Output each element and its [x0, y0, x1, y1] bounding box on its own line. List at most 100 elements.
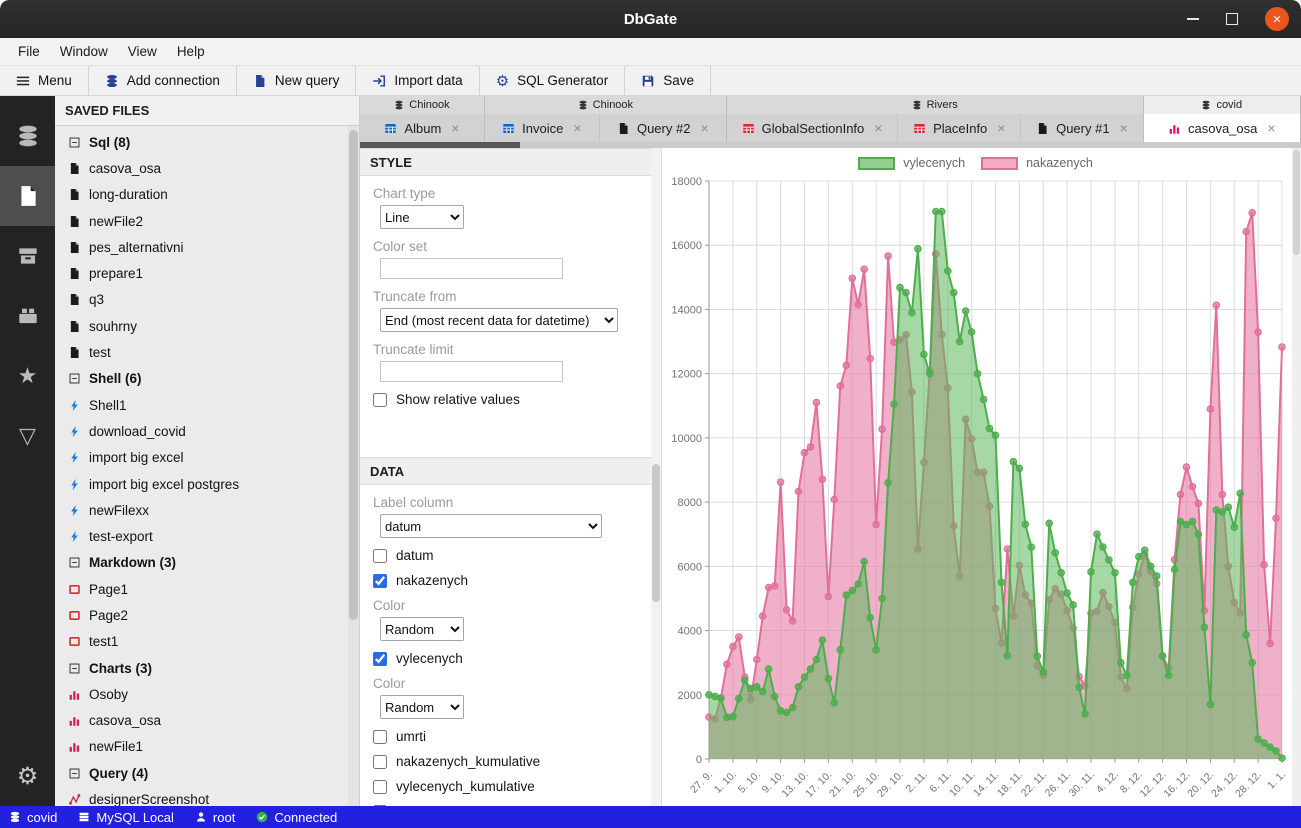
file-item[interactable]: newFile2 [55, 208, 359, 234]
collapse-icon[interactable] [67, 556, 81, 569]
tab-globalsectioninfo[interactable]: GlobalSectionInfo × [726, 114, 899, 142]
tab-query-2[interactable]: Query #2 × [599, 114, 726, 142]
rail-filter-icon[interactable]: ▽ [0, 406, 55, 466]
file-group-label: Charts (3) [89, 660, 153, 676]
tab-query-1[interactable]: Query #1 × [1021, 114, 1143, 142]
file-group-header[interactable]: Shell (6) [55, 366, 359, 392]
collapse-icon[interactable] [67, 372, 81, 385]
tab-close-icon[interactable]: × [874, 120, 882, 136]
file-item[interactable]: import big excel postgres [55, 471, 359, 497]
chart-type-select[interactable]: Line [380, 205, 464, 229]
file-item[interactable]: import big excel [55, 445, 359, 471]
file-group-header[interactable]: Charts (3) [55, 655, 359, 681]
files-scrollbar-thumb[interactable] [349, 130, 358, 620]
file-item[interactable]: newFile1 [55, 734, 359, 760]
file-group-header[interactable]: Query (4) [55, 760, 359, 786]
legend-item-nakazenych[interactable]: nakazenych [981, 156, 1093, 170]
truncate-from-select[interactable]: End (most recent data for datetime) [380, 308, 618, 332]
left-icon-rail: ★ ▽ ⚙ [0, 96, 55, 806]
file-item[interactable]: Osoby [55, 681, 359, 707]
tab-close-icon[interactable]: × [573, 120, 581, 136]
minimize-button[interactable] [1187, 18, 1199, 20]
column-checkbox-umrti_kumulative[interactable] [373, 804, 387, 806]
file-item[interactable]: q3 [55, 287, 359, 313]
color-select-nakazenych[interactable]: Random [380, 617, 464, 641]
color-set-input[interactable] [380, 258, 563, 279]
tab-album[interactable]: Album × [360, 114, 484, 142]
column-checkbox-vylecenych[interactable] [373, 651, 387, 666]
file-item[interactable]: Page2 [55, 602, 359, 628]
column-checkbox-vylecenych_kumulative[interactable] [373, 779, 387, 794]
file-item[interactable]: casova_osa [55, 155, 359, 181]
rail-favorites-icon[interactable]: ★ [0, 346, 55, 406]
menu-item-window[interactable]: Window [50, 44, 118, 59]
file-item[interactable]: designerScreenshot [55, 786, 359, 806]
tab-invoice[interactable]: Invoice × [484, 114, 600, 142]
column-checkbox-nakazenych_kumulative[interactable] [373, 754, 387, 769]
label-column-select[interactable]: datum [380, 514, 602, 538]
files-scrollbar[interactable] [348, 126, 359, 806]
menu-item-help[interactable]: Help [167, 44, 215, 59]
file-item[interactable]: prepare1 [55, 260, 359, 286]
file-item[interactable]: test [55, 339, 359, 365]
menu-item-view[interactable]: View [118, 44, 167, 59]
props-scrollbar[interactable] [651, 148, 661, 806]
menu-item-file[interactable]: File [8, 44, 50, 59]
sql-generator-button[interactable]: ⚙ SQL Generator [480, 66, 626, 95]
file-item[interactable]: test1 [55, 629, 359, 655]
close-button[interactable]: × [1265, 7, 1289, 31]
file-item[interactable]: long-duration [55, 182, 359, 208]
color-select-vylecenych[interactable]: Random [380, 695, 464, 719]
file-item[interactable]: casova_osa [55, 708, 359, 734]
title-bar: DbGate × [0, 0, 1301, 38]
tab-casova-osa[interactable]: casova_osa × [1143, 114, 1300, 142]
show-relative-values-checkbox[interactable] [373, 392, 387, 407]
rail-files-icon[interactable] [0, 166, 55, 226]
file-item[interactable]: souhrny [55, 313, 359, 339]
status-mysql-local[interactable]: MySQL Local [78, 810, 174, 825]
bolt-file-icon [67, 530, 81, 543]
collapse-icon[interactable] [67, 136, 81, 149]
tab-close-icon[interactable]: × [700, 120, 708, 136]
add-connection-button[interactable]: Add connection [89, 66, 237, 95]
props-scrollbar-thumb[interactable] [652, 463, 660, 602]
svg-text:5. 10.: 5. 10. [736, 769, 763, 796]
status-root[interactable]: root [195, 810, 235, 825]
tab-close-icon[interactable]: × [451, 120, 459, 136]
collapse-icon[interactable] [67, 767, 81, 780]
file-item[interactable]: newFilexx [55, 497, 359, 523]
tab-close-icon[interactable]: × [997, 120, 1005, 136]
chartbars-file-icon [67, 714, 81, 727]
status-connected[interactable]: Connected [256, 810, 337, 825]
legend-item-vylecenych[interactable]: vylecenych [858, 156, 965, 170]
file-file-icon [67, 215, 81, 228]
file-item[interactable]: test-export [55, 523, 359, 549]
file-item[interactable]: pes_alternativni [55, 234, 359, 260]
column-checkbox-umrti[interactable] [373, 729, 387, 744]
file-item[interactable]: Shell1 [55, 392, 359, 418]
new-query-button[interactable]: New query [237, 66, 357, 95]
save-button[interactable]: Save [625, 66, 711, 95]
column-checkbox-nakazenych[interactable] [373, 573, 387, 588]
chart-scrollbar[interactable] [1292, 148, 1301, 806]
rail-plugins-icon[interactable] [0, 286, 55, 346]
maximize-button[interactable] [1226, 13, 1238, 25]
truncate-limit-input[interactable] [380, 361, 563, 382]
status-covid[interactable]: covid [9, 810, 57, 825]
rail-archive-icon[interactable] [0, 226, 55, 286]
collapse-icon[interactable] [67, 662, 81, 675]
rail-settings-icon[interactable]: ⚙ [0, 754, 55, 798]
file-group-header[interactable]: Sql (8) [55, 129, 359, 155]
tab-placeinfo[interactable]: PlaceInfo × [898, 114, 1022, 142]
file-item[interactable]: download_covid [55, 418, 359, 444]
file-group-header[interactable]: Markdown (3) [55, 550, 359, 576]
saved-files-header: SAVED FILES [55, 96, 359, 126]
column-checkbox-datum[interactable] [373, 548, 387, 563]
tab-close-icon[interactable]: × [1120, 120, 1128, 136]
tab-close-icon[interactable]: × [1267, 120, 1275, 136]
chart-scrollbar-thumb[interactable] [1293, 150, 1300, 256]
file-item[interactable]: Page1 [55, 576, 359, 602]
rail-database-icon[interactable] [0, 106, 55, 166]
menu-button[interactable]: Menu [0, 66, 89, 95]
import-data-button[interactable]: Import data [356, 66, 480, 95]
